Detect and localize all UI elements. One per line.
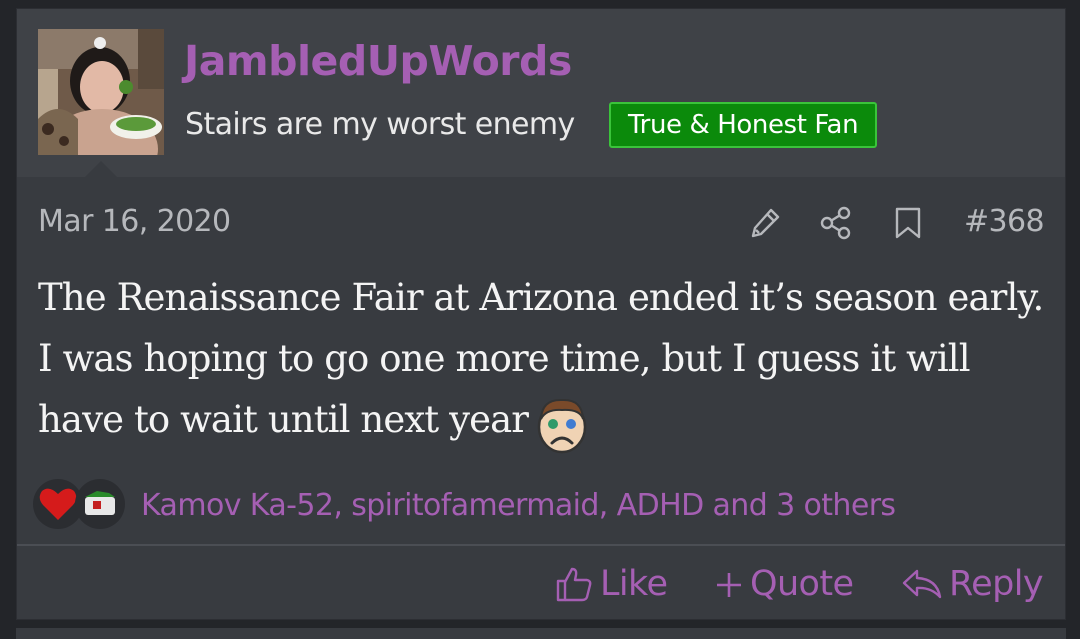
share-icon[interactable] — [818, 205, 854, 241]
reply-button[interactable]: Reply — [901, 562, 1044, 606]
quote-label: Quote — [750, 564, 854, 604]
next-post-edge — [16, 628, 1066, 639]
reply-icon — [902, 569, 942, 599]
post-message: The Renaissance Fair at Arizona ended it… — [38, 267, 1048, 455]
user-banner: True & Honest Fan — [609, 102, 878, 148]
thumbs-up-icon — [556, 567, 592, 602]
like-label: Like — [600, 564, 668, 604]
user-header: JambledUpWords Stairs are my worst enemy… — [17, 9, 1065, 177]
cookie-reaction-icon — [75, 479, 125, 529]
post-date[interactable]: Mar 16, 2020 — [38, 204, 231, 239]
reaction-users[interactable]: Kamov Ka-52, spiritofamermaid, ADHD and … — [141, 488, 896, 523]
username[interactable]: JambledUpWords — [184, 37, 572, 85]
post-number[interactable]: #368 — [964, 204, 1045, 239]
plus-icon — [717, 573, 741, 597]
sad-face-smilie — [537, 398, 587, 453]
header-arrow — [85, 161, 117, 177]
user-title: Stairs are my worst enemy — [185, 107, 575, 142]
avatar[interactable] — [38, 29, 164, 155]
post-container: JambledUpWords Stairs are my worst enemy… — [16, 8, 1066, 620]
footer-divider — [17, 544, 1065, 546]
quote-button[interactable]: Quote — [714, 562, 854, 606]
like-button[interactable]: Like — [554, 562, 668, 606]
edit-icon[interactable] — [747, 205, 783, 241]
reply-label: Reply — [949, 564, 1044, 604]
bookmark-icon[interactable] — [890, 205, 926, 241]
